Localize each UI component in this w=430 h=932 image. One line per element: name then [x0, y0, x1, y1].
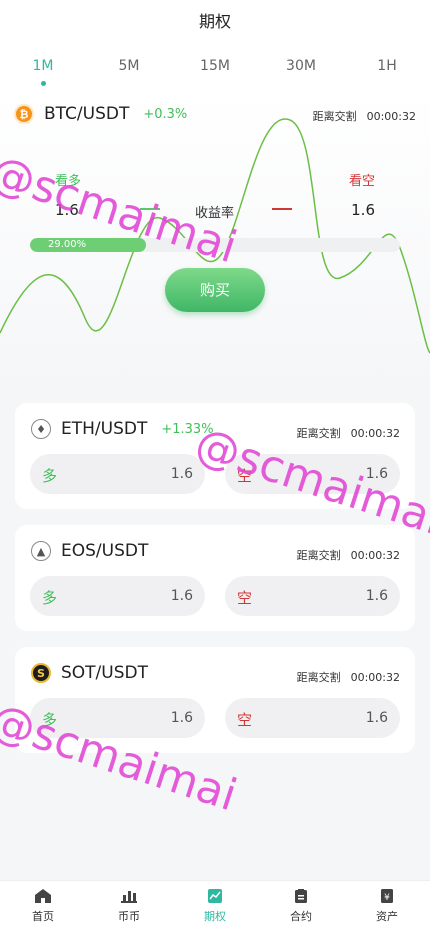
countdown-value: 00:00:32: [350, 427, 400, 440]
long-button[interactable]: 多 1.6: [30, 454, 205, 494]
option-card-sot[interactable]: S SOT/USDT 距离交割 00:00:32 多 1.6 空 1.6: [15, 647, 415, 753]
bar-chart-icon: [121, 891, 137, 903]
nav-contract[interactable]: 合约: [258, 881, 344, 932]
long-value: 1.6: [170, 466, 193, 482]
card-change: +1.33%: [161, 421, 214, 437]
countdown-value: 00:00:32: [350, 549, 400, 562]
long-button[interactable]: 多 1.6: [30, 698, 205, 738]
short-label: 空: [237, 589, 253, 607]
short-rate-value: 1.6: [351, 201, 375, 219]
card-countdown: 距离交割 00:00:32: [297, 425, 400, 441]
card-coin-row: ▲ EOS/USDT: [31, 541, 148, 561]
short-value: 1.6: [365, 588, 388, 604]
nav-label: 资产: [376, 910, 398, 923]
long-label: 多: [42, 711, 58, 729]
card-coin-row: ♦ ETH/USDT +1.33%: [31, 419, 214, 439]
card-countdown: 距离交割 00:00:32: [297, 547, 400, 563]
short-value: 1.6: [365, 710, 388, 726]
option-card-eth[interactable]: ♦ ETH/USDT +1.33% 距离交割 00:00:32 多 1.6 空 1…: [15, 403, 415, 509]
countdown-value: 00:00:32: [350, 671, 400, 684]
long-rate-value: 1.6: [55, 201, 79, 219]
short-button[interactable]: 空 1.6: [225, 576, 400, 616]
long-button[interactable]: 多 1.6: [30, 576, 205, 616]
nav-home[interactable]: 首页: [0, 881, 86, 932]
long-label: 多: [42, 589, 58, 607]
short-dash: [272, 208, 292, 210]
tab-1m[interactable]: 1M: [0, 44, 86, 88]
period-tabs: 1M 5M 15M 30M 1H: [0, 44, 430, 88]
countdown-label: 距离交割: [296, 549, 341, 562]
hero-pair: BTC/USDT: [44, 104, 130, 124]
countdown-label: 距离交割: [296, 427, 341, 440]
buy-button[interactable]: 购买: [165, 268, 265, 312]
nav-options[interactable]: 期权: [172, 881, 258, 932]
clipboard-icon: [295, 889, 307, 903]
tab-15m[interactable]: 15M: [172, 44, 258, 88]
nav-label: 币币: [118, 910, 140, 923]
long-label: 多: [42, 467, 58, 485]
featured-option-panel: ₿ BTC/USDT +0.3% 距离交割 00:00:32 看多 看空 1.6 …: [0, 88, 430, 388]
options-icon: [208, 889, 222, 903]
long-value: 1.6: [170, 710, 193, 726]
countdown-value: 00:00:32: [366, 110, 416, 123]
long-dash: [140, 208, 160, 210]
hero-coin-row: ₿ BTC/USDT +0.3%: [14, 104, 187, 124]
ratio-progress-bar: 29.00%: [30, 238, 400, 252]
tab-1h[interactable]: 1H: [344, 44, 430, 88]
hero-change: +0.3%: [143, 106, 188, 122]
long-value: 1.6: [170, 588, 193, 604]
tab-5m[interactable]: 5M: [86, 44, 172, 88]
btc-icon: ₿: [14, 104, 34, 124]
countdown-label: 距离交割: [296, 671, 341, 684]
page-title: 期权: [198, 12, 231, 31]
short-label: 空: [237, 711, 253, 729]
card-pair: ETH/USDT: [61, 419, 148, 439]
top-bar: 期权: [0, 0, 430, 44]
nav-label: 期权: [204, 910, 226, 923]
svg-text:¥: ¥: [384, 893, 390, 903]
short-button[interactable]: 空 1.6: [225, 698, 400, 738]
short-label: 看空: [348, 174, 375, 189]
card-pair: SOT/USDT: [61, 663, 148, 683]
card-pair: EOS/USDT: [61, 541, 149, 561]
eos-icon: ▲: [31, 541, 51, 561]
short-button[interactable]: 空 1.6: [225, 454, 400, 494]
card-coin-row: S SOT/USDT: [31, 663, 148, 683]
wallet-icon: ¥: [381, 889, 393, 903]
nav-label: 合约: [290, 910, 312, 923]
card-countdown: 距离交割 00:00:32: [297, 669, 400, 685]
nav-spot[interactable]: 币币: [86, 881, 172, 932]
option-card-eos[interactable]: ▲ EOS/USDT 距离交割 00:00:32 多 1.6 空 1.6: [15, 525, 415, 631]
nav-label: 首页: [32, 910, 54, 923]
progress-fill: 29.00%: [30, 238, 146, 252]
nav-assets[interactable]: ¥ 资产: [344, 881, 430, 932]
countdown-label: 距离交割: [312, 110, 357, 123]
rate-label: 收益率: [195, 206, 235, 221]
short-label: 空: [237, 467, 253, 485]
sot-icon: S: [31, 663, 51, 683]
eth-icon: ♦: [31, 419, 51, 439]
short-value: 1.6: [365, 466, 388, 482]
long-label: 看多: [55, 174, 82, 189]
tab-30m[interactable]: 30M: [258, 44, 344, 88]
home-icon: [35, 889, 51, 903]
bottom-nav: 首页 币币 期权 合约 ¥ 资产: [0, 880, 430, 932]
hero-countdown: 距离交割 00:00:32: [313, 108, 416, 124]
